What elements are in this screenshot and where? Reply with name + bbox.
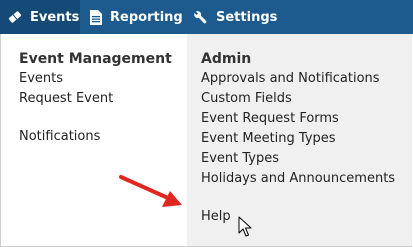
nav-reporting-label: Reporting: [110, 9, 183, 25]
top-navigation-bar: Events Reporting Settings: [0, 0, 413, 34]
nav-events-label: Events: [30, 9, 80, 25]
menu-item-event-request-forms[interactable]: Event Request Forms: [201, 111, 339, 126]
menu-item-notifications[interactable]: Notifications: [19, 129, 100, 144]
nav-events[interactable]: Events: [0, 0, 80, 34]
menu-item-event-meeting-types[interactable]: Event Meeting Types: [201, 131, 336, 146]
menu-item-custom-fields[interactable]: Custom Fields: [201, 91, 292, 106]
event-management-column: Event Management Events Request Event No…: [1, 34, 187, 246]
event-management-heading: Event Management: [19, 51, 172, 67]
menu-item-holidays-and-announcements[interactable]: Holidays and Announcements: [201, 171, 395, 186]
nav-settings-label: Settings: [216, 9, 278, 25]
menu-item-event-types[interactable]: Event Types: [201, 151, 279, 166]
menu-item-events[interactable]: Events: [19, 71, 63, 86]
nav-reporting[interactable]: Reporting: [80, 0, 183, 34]
menu-item-help[interactable]: Help: [201, 209, 231, 224]
red-arrow-icon: [119, 175, 182, 207]
menu-item-approvals-and-notifications[interactable]: Approvals and Notifications: [201, 71, 380, 86]
events-dropdown-menu: Event Management Events Request Event No…: [0, 34, 412, 247]
nav-settings[interactable]: Settings: [183, 0, 278, 34]
admin-heading: Admin: [201, 51, 252, 67]
mouse-pointer-icon: [238, 216, 252, 237]
menu-item-request-event[interactable]: Request Event: [19, 91, 113, 106]
wrench-icon: [193, 10, 208, 25]
report-document-icon: [90, 9, 102, 25]
admin-column: Admin Approvals and Notifications Custom…: [187, 34, 412, 246]
ticket-icon: [8, 10, 22, 24]
